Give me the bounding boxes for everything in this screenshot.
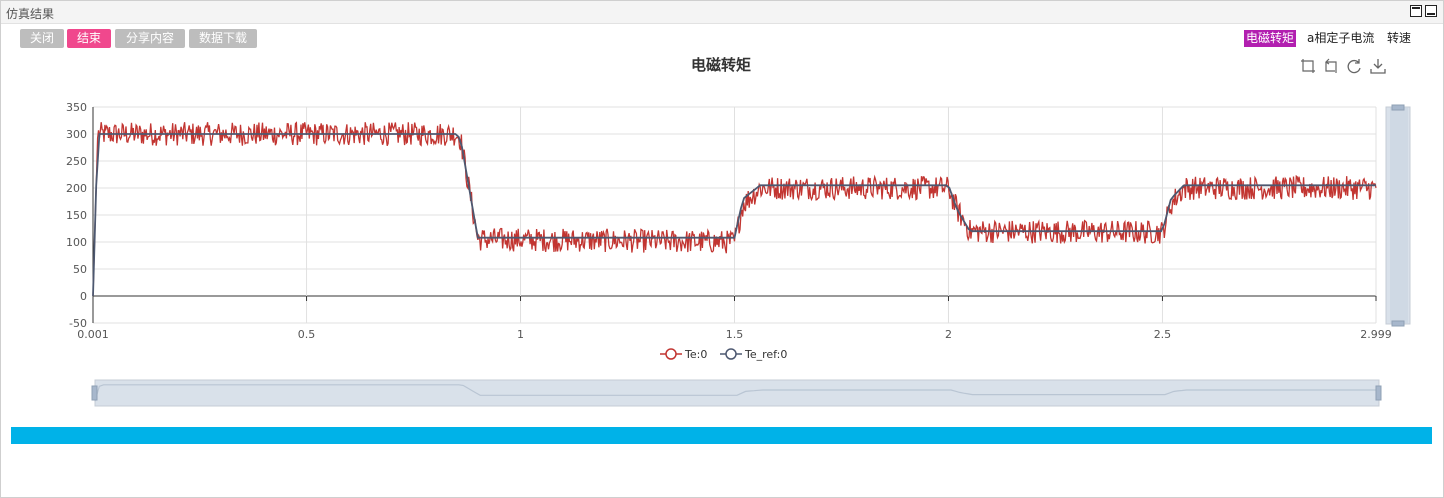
torque-chart: 电磁转矩 350300250200150100500-500.001 0.5 1 1.… bbox=[66, 56, 1411, 407]
y-tick-label: 150 bbox=[66, 209, 87, 222]
x-zoom-slider[interactable] bbox=[91, 379, 1382, 407]
progress-bar bbox=[11, 427, 1432, 444]
share-button[interactable]: 分享内容 bbox=[115, 29, 185, 48]
minimize-icon[interactable] bbox=[1425, 5, 1437, 17]
y-tick-label: 300 bbox=[66, 128, 87, 141]
chart-title: 电磁转矩 bbox=[691, 56, 751, 74]
x-tick-label: 2.5 bbox=[1154, 328, 1172, 341]
download-data-button[interactable]: 数据下载 bbox=[189, 29, 257, 48]
end-button[interactable]: 结束 bbox=[67, 29, 111, 48]
tab-phase-a-current[interactable]: a相定子电流 bbox=[1305, 30, 1376, 47]
tab-speed[interactable]: 转速 bbox=[1385, 30, 1413, 47]
window-title: 仿真结果 bbox=[6, 7, 55, 21]
legend-item[interactable]: Te:0 bbox=[660, 348, 707, 361]
chart-grid bbox=[92, 106, 1377, 324]
legend-label: Te:0 bbox=[684, 348, 707, 361]
maximize-icon[interactable] bbox=[1410, 5, 1422, 17]
y-tick-label: 50 bbox=[73, 263, 87, 276]
x-tick-label: 2 bbox=[945, 328, 952, 341]
legend-item[interactable]: Te_ref:0 bbox=[720, 348, 787, 361]
x-tick-label: 1.5 bbox=[726, 328, 744, 341]
y-tick-label: 350 bbox=[66, 101, 87, 114]
y-zoom-handle-bottom[interactable] bbox=[1391, 320, 1405, 327]
x-zoom-handle-left[interactable] bbox=[91, 385, 98, 401]
window-titlebar: 仿真结果 bbox=[1, 1, 1443, 24]
close-button[interactable]: 关闭 bbox=[20, 29, 64, 48]
y-zoom-window[interactable] bbox=[1390, 107, 1408, 323]
y-zoom-slider[interactable] bbox=[1385, 104, 1411, 327]
chart-legend[interactable]: Te:0 Te_ref:0 bbox=[660, 348, 787, 361]
legend-label: Te_ref:0 bbox=[744, 348, 787, 361]
x-zoom-track[interactable] bbox=[94, 379, 1380, 407]
x-tick-label: 2.999 bbox=[1360, 328, 1392, 341]
y-tick-label: 100 bbox=[66, 236, 87, 249]
legend-marker-icon bbox=[665, 348, 677, 360]
y-zoom-handle-top[interactable] bbox=[1391, 104, 1405, 111]
y-tick-label: 200 bbox=[66, 182, 87, 195]
tab-electromagnetic-torque[interactable]: 电磁转矩 bbox=[1244, 30, 1297, 47]
x-zoom-handle-right[interactable] bbox=[1375, 385, 1382, 401]
x-tick-label: 0.5 bbox=[298, 328, 316, 341]
y-tick-label: 0 bbox=[80, 290, 87, 303]
legend-marker-icon bbox=[725, 348, 737, 360]
x-tick-label: 0.001 bbox=[77, 328, 109, 341]
x-tick-label: 1 bbox=[517, 328, 524, 341]
y-tick-label: 250 bbox=[66, 155, 87, 168]
